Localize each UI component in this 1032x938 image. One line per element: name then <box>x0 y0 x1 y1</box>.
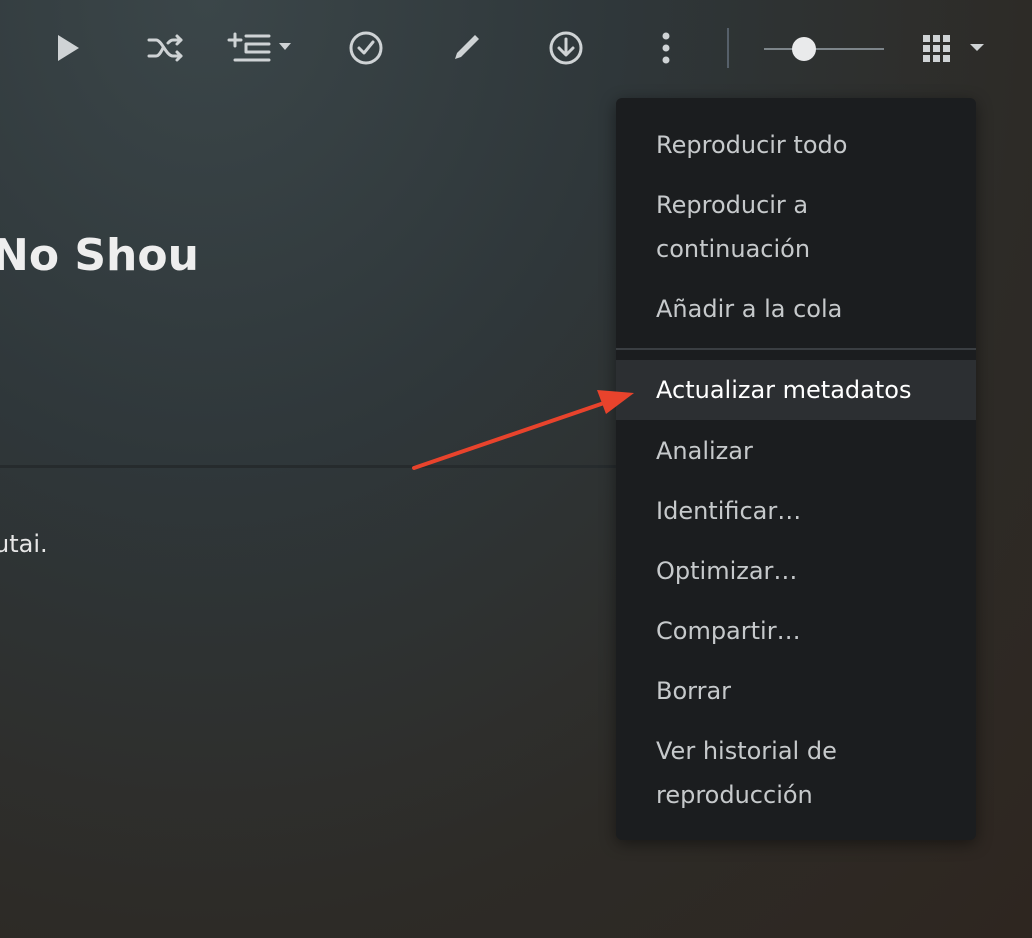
shuffle-button[interactable] <box>142 24 190 72</box>
mark-played-button[interactable] <box>342 24 390 72</box>
toolbar-separator <box>727 28 729 68</box>
download-icon <box>549 31 583 65</box>
poster-size-slider-thumb[interactable] <box>792 37 816 61</box>
add-to-playlist-button[interactable] <box>226 24 296 72</box>
pencil-icon <box>455 35 479 59</box>
context-menu: Reproducir todo Reproducir a continuació… <box>616 98 976 840</box>
menu-item-optimize[interactable]: Optimizar… <box>616 549 976 593</box>
content-divider <box>0 465 640 468</box>
view-mode-button[interactable] <box>918 24 990 72</box>
more-vertical-icon <box>662 32 670 64</box>
menu-separator <box>616 348 976 350</box>
menu-item-share[interactable]: Compartir… <box>616 609 976 653</box>
check-circle-icon <box>349 31 383 65</box>
edit-button[interactable] <box>442 24 490 72</box>
poster-size-slider[interactable] <box>764 48 884 50</box>
play-button[interactable] <box>43 24 91 72</box>
menu-item-delete[interactable]: Borrar <box>616 669 976 713</box>
menu-item-play-all[interactable]: Reproducir todo <box>616 123 976 167</box>
menu-item-analyze[interactable]: Analizar <box>616 429 976 473</box>
menu-item-identify[interactable]: Identificar… <box>616 489 976 533</box>
summary-text: utai. <box>0 530 48 558</box>
menu-item-play-next[interactable]: Reproducir a continuación <box>616 183 846 271</box>
play-icon <box>58 35 79 61</box>
grid-view-icon <box>923 35 984 62</box>
menu-item-add-to-queue[interactable]: Añadir a la cola <box>616 287 976 331</box>
menu-item-play-history[interactable]: Ver historial de reproducción <box>616 729 856 817</box>
page-title: No Shou <box>0 230 199 281</box>
more-options-button[interactable] <box>642 24 690 72</box>
annotation-arrow-shaft <box>412 401 606 470</box>
shuffle-icon <box>147 34 183 62</box>
download-button[interactable] <box>542 24 590 72</box>
toolbar <box>0 0 1032 98</box>
add-to-playlist-icon <box>227 32 291 62</box>
menu-item-refresh-metadata[interactable]: Actualizar metadatos <box>616 360 976 420</box>
